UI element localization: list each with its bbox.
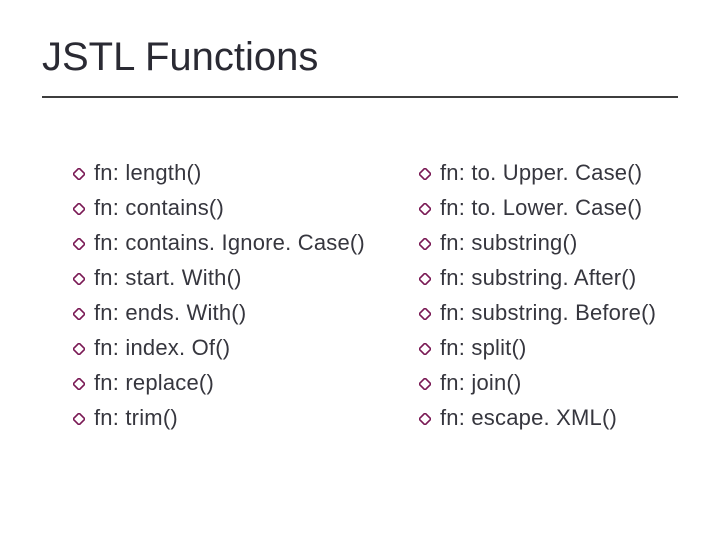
diamond-bullet-icon xyxy=(72,237,86,251)
diamond-bullet-icon xyxy=(418,237,432,251)
list-item-label: fn: join() xyxy=(440,370,521,396)
diamond-bullet-icon xyxy=(418,342,432,356)
diamond-bullet-icon xyxy=(418,202,432,216)
diamond-bullet-icon xyxy=(418,377,432,391)
diamond-bullet-icon xyxy=(72,342,86,356)
list-item: fn: substring() xyxy=(418,230,678,256)
diamond-bullet-icon xyxy=(72,272,86,286)
list-item-label: fn: trim() xyxy=(94,405,178,431)
list-item: fn: replace() xyxy=(72,370,362,396)
list-item-label: fn: substring() xyxy=(440,230,578,256)
diamond-bullet-icon xyxy=(418,412,432,426)
list-item: fn: contains() xyxy=(72,195,362,221)
list-item-label: fn: contains() xyxy=(94,195,224,221)
list-item-label: fn: contains. Ignore. Case() xyxy=(94,230,365,256)
list-item: fn: trim() xyxy=(72,405,362,431)
diamond-bullet-icon xyxy=(72,202,86,216)
content-columns: fn: length() fn: contains() fn: contains… xyxy=(72,160,678,431)
list-item-label: fn: substring. After() xyxy=(440,265,636,291)
list-item-label: fn: to. Upper. Case() xyxy=(440,160,642,186)
list-item-label: fn: index. Of() xyxy=(94,335,230,361)
list-item-label: fn: start. With() xyxy=(94,265,242,291)
diamond-bullet-icon xyxy=(72,412,86,426)
list-item-label: fn: length() xyxy=(94,160,202,186)
list-item: fn: split() xyxy=(418,335,678,361)
list-item: fn: contains. Ignore. Case() xyxy=(72,230,362,256)
list-item-label: fn: ends. With() xyxy=(94,300,246,326)
list-item: fn: escape. XML() xyxy=(418,405,678,431)
list-item: fn: substring. After() xyxy=(418,265,678,291)
list-item-label: fn: escape. XML() xyxy=(440,405,617,431)
list-item: fn: substring. Before() xyxy=(418,300,678,326)
page-title: JSTL Functions xyxy=(42,35,318,80)
list-item-label: fn: to. Lower. Case() xyxy=(440,195,642,221)
diamond-bullet-icon xyxy=(418,272,432,286)
list-item: fn: to. Lower. Case() xyxy=(418,195,678,221)
left-column: fn: length() fn: contains() fn: contains… xyxy=(72,160,362,431)
title-rule xyxy=(42,96,678,98)
list-item: fn: start. With() xyxy=(72,265,362,291)
diamond-bullet-icon xyxy=(418,167,432,181)
list-item: fn: ends. With() xyxy=(72,300,362,326)
list-item: fn: index. Of() xyxy=(72,335,362,361)
list-item: fn: join() xyxy=(418,370,678,396)
list-item-label: fn: split() xyxy=(440,335,527,361)
diamond-bullet-icon xyxy=(418,307,432,321)
diamond-bullet-icon xyxy=(72,377,86,391)
diamond-bullet-icon xyxy=(72,167,86,181)
list-item: fn: to. Upper. Case() xyxy=(418,160,678,186)
right-column: fn: to. Upper. Case() fn: to. Lower. Cas… xyxy=(418,160,678,431)
list-item: fn: length() xyxy=(72,160,362,186)
list-item-label: fn: substring. Before() xyxy=(440,300,656,326)
list-item-label: fn: replace() xyxy=(94,370,214,396)
diamond-bullet-icon xyxy=(72,307,86,321)
slide: JSTL Functions fn: length() fn: contains… xyxy=(0,0,720,540)
